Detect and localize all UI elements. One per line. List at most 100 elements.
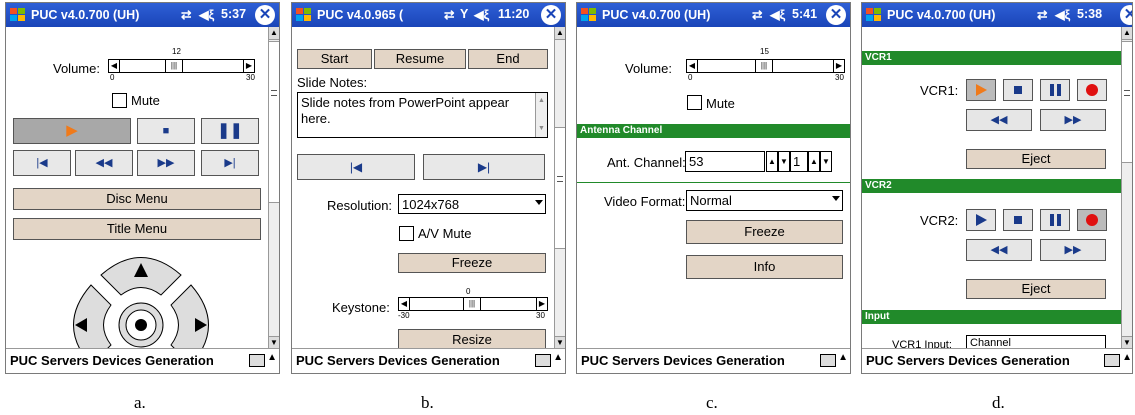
subchannel-down-icon[interactable]: ▼ — [820, 151, 832, 172]
slider-thumb[interactable]: ||| — [165, 59, 183, 73]
slider-right-arrow-icon[interactable]: ▶ — [833, 60, 844, 72]
scroll-thumb[interactable] — [1122, 41, 1132, 163]
close-icon[interactable]: ✕ — [255, 5, 275, 25]
windows-start-icon[interactable] — [580, 6, 598, 24]
info-button[interactable]: Info — [686, 255, 843, 279]
speaker-icon[interactable]: ◀ξ — [474, 7, 489, 22]
scroll-up-icon[interactable]: ▲ — [555, 27, 565, 40]
scrollbar[interactable]: ▲ ▼ — [554, 27, 565, 349]
stop-button[interactable]: ■ — [137, 118, 195, 144]
resize-button[interactable]: Resize — [398, 329, 546, 349]
vcr1-forward-button[interactable]: ▶▶ — [1040, 109, 1106, 131]
keyboard-icon[interactable] — [1104, 354, 1120, 367]
taskbar-menu[interactable]: PUC Servers Devices Generation — [10, 353, 214, 368]
connectivity-icon[interactable]: ⇄ — [1037, 7, 1047, 22]
scroll-up-icon[interactable]: ▲ — [269, 27, 279, 40]
previous-slide-button[interactable]: |◀ — [297, 154, 415, 180]
vcr1-rewind-button[interactable]: ◀◀ — [966, 109, 1032, 131]
resolution-dropdown[interactable]: 1024x768 — [398, 194, 546, 214]
ant-subchannel-input[interactable]: 1 — [790, 151, 808, 172]
input-panel-arrow-icon[interactable]: ▲ — [267, 352, 277, 363]
clock[interactable]: 5:41 — [792, 7, 817, 21]
notes-scrollbar[interactable]: ▲ ▼ — [535, 93, 547, 137]
video-format-dropdown[interactable]: Normal — [686, 190, 843, 211]
speaker-icon[interactable]: ◀ξ — [770, 7, 785, 22]
slider-left-arrow-icon[interactable]: ◀ — [109, 60, 120, 72]
input-panel-arrow-icon[interactable]: ▲ — [553, 352, 563, 363]
windows-start-icon[interactable] — [295, 6, 313, 24]
volume-slider[interactable]: ◀ ||| ▶ — [108, 59, 255, 73]
taskbar-menu[interactable]: PUC Servers Devices Generation — [581, 353, 785, 368]
subchannel-up-icon[interactable]: ▲ — [808, 151, 820, 172]
mute-checkbox[interactable] — [687, 95, 702, 110]
keyboard-icon[interactable] — [535, 354, 551, 367]
scroll-up-icon[interactable]: ▲ — [1122, 27, 1132, 40]
vcr1-play-button[interactable] — [966, 79, 996, 101]
clock[interactable]: 5:38 — [1077, 7, 1102, 21]
fast-forward-button[interactable]: ▶▶ — [137, 150, 195, 176]
taskbar-menu[interactable]: PUC Servers Devices Generation — [866, 353, 1070, 368]
previous-button[interactable]: |◀ — [13, 150, 71, 176]
slider-right-arrow-icon[interactable]: ▶ — [243, 60, 254, 72]
connectivity-icon[interactable]: ⇄ — [752, 7, 762, 22]
clock[interactable]: 5:37 — [221, 7, 246, 21]
volume-slider[interactable]: ◀ ||| ▶ — [686, 59, 845, 73]
notes-scroll-down-icon[interactable]: ▼ — [536, 121, 547, 137]
vcr1-pause-button[interactable] — [1040, 79, 1070, 101]
input-panel-arrow-icon[interactable]: ▲ — [838, 352, 848, 363]
vcr2-stop-button[interactable] — [1003, 209, 1033, 231]
keyboard-icon[interactable] — [249, 354, 265, 367]
vcr2-eject-button[interactable]: Eject — [966, 279, 1106, 299]
vcr1-stop-button[interactable] — [1003, 79, 1033, 101]
signal-icon[interactable]: Y — [460, 7, 468, 21]
scroll-thumb[interactable] — [269, 41, 279, 203]
dpad-right[interactable] — [170, 284, 209, 349]
windows-start-icon[interactable] — [9, 6, 27, 24]
vcr2-forward-button[interactable]: ▶▶ — [1040, 239, 1106, 261]
freeze-button[interactable]: Freeze — [398, 253, 546, 273]
vcr2-record-button[interactable] — [1077, 209, 1107, 231]
slide-notes-textarea[interactable]: Slide notes from PowerPoint appear here.… — [297, 92, 548, 138]
slider-left-arrow-icon[interactable]: ◀ — [399, 298, 410, 310]
play-button[interactable]: ▶ — [13, 118, 131, 144]
speaker-icon[interactable]: ◀ξ — [199, 7, 214, 22]
pause-button[interactable]: ❚❚ — [201, 118, 259, 144]
input-panel-arrow-icon[interactable]: ▲ — [1122, 352, 1132, 363]
windows-start-icon[interactable] — [865, 6, 883, 24]
taskbar-menu[interactable]: PUC Servers Devices Generation — [296, 353, 500, 368]
end-button[interactable]: End — [468, 49, 548, 69]
speaker-icon[interactable]: ◀ξ — [1055, 7, 1070, 22]
disc-menu-button[interactable]: Disc Menu — [13, 188, 261, 210]
dpad-left[interactable] — [73, 284, 112, 349]
vcr2-play-button[interactable] — [966, 209, 996, 231]
rewind-button[interactable]: ◀◀ — [75, 150, 133, 176]
vcr2-rewind-button[interactable]: ◀◀ — [966, 239, 1032, 261]
connectivity-icon[interactable]: ⇄ — [444, 7, 454, 22]
vcr1-record-button[interactable] — [1077, 79, 1107, 101]
scrollbar[interactable]: ▲ ▼ — [1121, 27, 1132, 349]
close-icon[interactable]: ✕ — [826, 5, 846, 25]
notes-scroll-up-icon[interactable]: ▲ — [536, 93, 547, 109]
scroll-thumb[interactable] — [555, 127, 565, 249]
freeze-button[interactable]: Freeze — [686, 220, 843, 244]
keyboard-icon[interactable] — [820, 354, 836, 367]
scrollbar[interactable]: ▲ ▼ — [268, 27, 279, 349]
slider-thumb[interactable]: ||| — [755, 59, 773, 73]
close-icon[interactable]: ✕ — [1120, 5, 1132, 25]
slider-thumb[interactable]: ||| — [463, 297, 481, 311]
next-slide-button[interactable]: ▶| — [423, 154, 545, 180]
av-mute-checkbox[interactable] — [399, 226, 414, 241]
channel-down-icon[interactable]: ▼ — [778, 151, 790, 172]
next-button[interactable]: ▶| — [201, 150, 259, 176]
vcr1-eject-button[interactable]: Eject — [966, 149, 1106, 169]
close-icon[interactable]: ✕ — [541, 5, 561, 25]
slider-right-arrow-icon[interactable]: ▶ — [536, 298, 547, 310]
vcr2-pause-button[interactable] — [1040, 209, 1070, 231]
dpad[interactable] — [61, 245, 221, 349]
vcr1-input-dropdown[interactable]: Channel — [966, 335, 1106, 349]
mute-checkbox[interactable] — [112, 93, 127, 108]
clock[interactable]: 11:20 — [498, 7, 529, 21]
title-menu-button[interactable]: Title Menu — [13, 218, 261, 240]
slider-left-arrow-icon[interactable]: ◀ — [687, 60, 698, 72]
connectivity-icon[interactable]: ⇄ — [181, 7, 191, 22]
